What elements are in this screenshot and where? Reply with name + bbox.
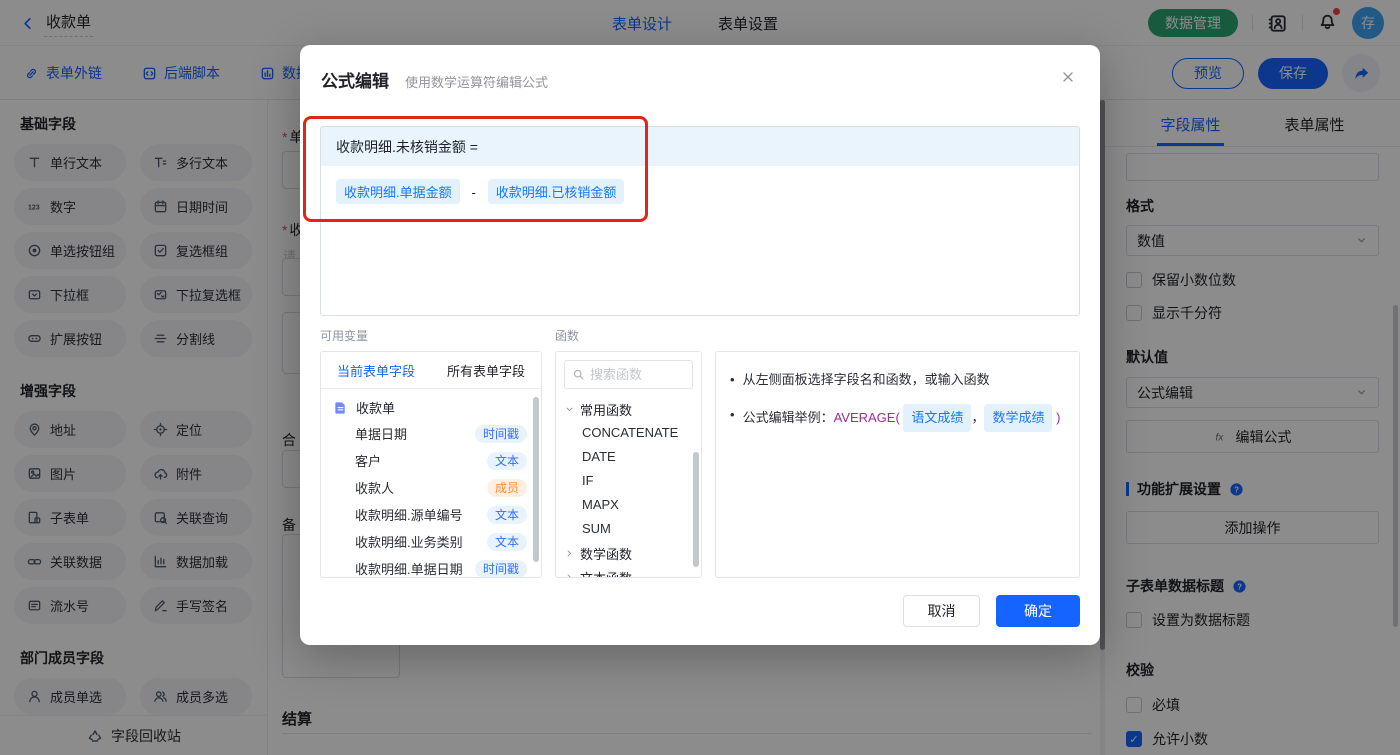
example-arg-chip: 数学成绩: [984, 404, 1053, 432]
formula-expression[interactable]: 收款明细.单据金额 - 收款明细.已核销金额: [321, 166, 1079, 217]
function-search[interactable]: [564, 360, 693, 389]
help-example: • 公式编辑举例：AVERAGE( 语文成绩，数学成绩 ): [730, 404, 1065, 432]
variables-tree-root[interactable]: 收款单: [321, 389, 541, 420]
chevron-right-icon: [564, 548, 575, 559]
modal-header: 公式编辑 使用数学运算符编辑公式: [300, 45, 1100, 92]
function-item[interactable]: DATE: [556, 445, 701, 469]
tab-current-form-fields[interactable]: 当前表单字段: [321, 352, 431, 388]
variable-row[interactable]: 单据日期 时间戳: [321, 420, 541, 447]
function-item[interactable]: SUM: [556, 517, 701, 541]
modal-footer: 取消 确定: [300, 595, 1100, 627]
variables-panel: 当前表单字段 所有表单字段 收款单 单据日期 时间戳 客户 文本 收款人 成员 …: [320, 351, 542, 578]
type-badge: 时间戳: [474, 559, 527, 577]
function-group-math[interactable]: 数学函数: [556, 541, 701, 565]
functions-label: 函数: [555, 329, 580, 343]
variable-row[interactable]: 收款明细.单据日期 时间戳: [321, 555, 541, 577]
formula-editor-modal: 公式编辑 使用数学运算符编辑公式 收款明细.未核销金额 = 收款明细.单据金额 …: [300, 45, 1100, 645]
formula-operand-chip[interactable]: 收款明细.单据金额: [336, 179, 460, 204]
type-badge: 成员: [486, 478, 527, 497]
formula-editor-box[interactable]: 收款明细.未核销金额 = 收款明细.单据金额 - 收款明细.已核销金额: [320, 126, 1080, 316]
panel-labels: 可用变量 函数: [320, 327, 1080, 344]
example-arg-chip: 语文成绩: [903, 404, 972, 432]
modal-title: 公式编辑: [321, 72, 389, 91]
variable-row[interactable]: 客户 文本: [321, 447, 541, 474]
formula-operand-chip[interactable]: 收款明细.已核销金额: [487, 179, 625, 204]
functions-panel: 常用函数 CONCATENATE DATE IF MAPX SUM 数学函数 文…: [555, 351, 702, 578]
type-badge: 文本: [486, 451, 527, 470]
chevron-down-icon: [564, 404, 575, 415]
modal-panels: 当前表单字段 所有表单字段 收款单 单据日期 时间戳 客户 文本 收款人 成员 …: [320, 351, 1080, 578]
search-icon: [572, 368, 585, 381]
tab-all-form-fields[interactable]: 所有表单字段: [431, 352, 541, 388]
function-item[interactable]: CONCATENATE: [556, 421, 701, 445]
functions-scrollbar-thumb[interactable]: [693, 452, 699, 567]
function-search-input[interactable]: [590, 367, 680, 382]
confirm-button[interactable]: 确定: [996, 595, 1080, 627]
variables-label: 可用变量: [320, 329, 369, 343]
close-icon[interactable]: [1060, 69, 1076, 85]
function-item[interactable]: IF: [556, 469, 701, 493]
variable-row[interactable]: 收款明细.业务类别 文本: [321, 528, 541, 555]
function-group-text[interactable]: 文本函数: [556, 565, 701, 577]
cancel-button[interactable]: 取消: [903, 595, 980, 627]
example-function-name: AVERAGE(: [833, 410, 900, 425]
formula-target-row: 收款明细.未核销金额 =: [321, 127, 1079, 166]
function-item[interactable]: MAPX: [556, 493, 701, 517]
function-group-common[interactable]: 常用函数: [556, 397, 701, 421]
modal-subtitle: 使用数学运算符编辑公式: [405, 75, 549, 90]
variables-tabs: 当前表单字段 所有表单字段: [321, 352, 541, 389]
chevron-right-icon: [564, 572, 575, 577]
variables-scrollbar-thumb[interactable]: [533, 397, 539, 562]
formula-help-panel: • 从左侧面板选择字段名和函数，或输入函数 • 公式编辑举例：AVERAGE( …: [715, 351, 1080, 578]
variable-row[interactable]: 收款人 成员: [321, 474, 541, 501]
type-badge: 文本: [486, 505, 527, 524]
formula-operator: -: [471, 185, 476, 200]
variable-row[interactable]: 收款明细.源单编号 文本: [321, 501, 541, 528]
help-tip: • 从左侧面板选择字段名和函数，或输入函数: [730, 372, 990, 387]
document-icon: [333, 400, 348, 415]
type-badge: 文本: [486, 532, 527, 551]
type-badge: 时间戳: [474, 424, 527, 443]
